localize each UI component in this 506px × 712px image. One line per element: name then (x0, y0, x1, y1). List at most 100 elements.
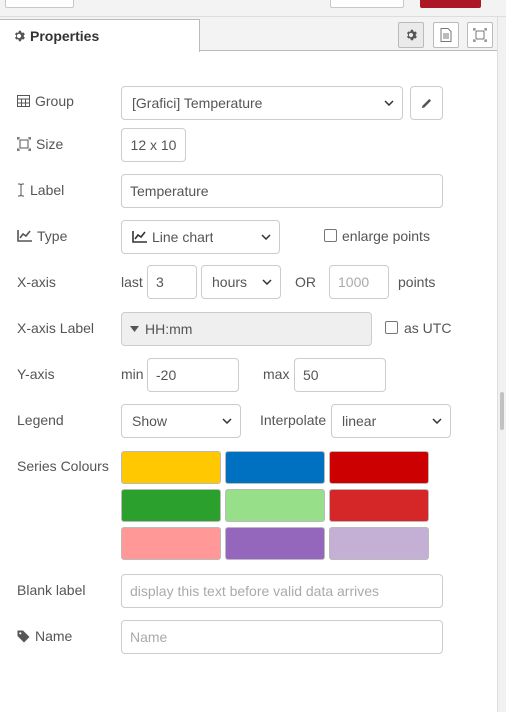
enlarge-points-checkbox[interactable] (324, 229, 337, 242)
tab-properties-label: Properties (30, 28, 100, 44)
size-label-row: Size (17, 134, 63, 154)
size-button[interactable]: 12 x 10 (121, 128, 186, 162)
table-icon (17, 95, 30, 107)
legend-label: Legend (17, 412, 64, 428)
file-text-icon (440, 28, 452, 42)
top-toolbar (0, 0, 506, 17)
label-label: Label (30, 182, 65, 198)
xaxis-format-label: X-axis Label (17, 320, 95, 336)
done-button[interactable] (420, 0, 481, 8)
yaxis-min-value: -20 (156, 367, 177, 383)
interpolate-select[interactable]: linear (331, 404, 451, 438)
size-value: 12 x 10 (130, 137, 177, 153)
frame-icon (17, 137, 31, 151)
tag-icon (17, 630, 30, 642)
type-select[interactable]: Line chart (121, 220, 280, 254)
yaxis-min-input[interactable]: -20 (147, 358, 239, 392)
series-colour-swatch[interactable] (121, 451, 221, 484)
yaxis-max-input[interactable]: 50 (294, 358, 386, 392)
series-colour-swatch[interactable] (225, 451, 325, 484)
gear-icon (15, 30, 25, 42)
legend-select-value: Show (132, 413, 168, 429)
xaxis-label-row: X-axis (17, 272, 56, 292)
tab-properties[interactable]: Properties (0, 19, 200, 52)
scrollbar[interactable] (497, 17, 506, 712)
group-select-value: [Grafici] Temperature (132, 95, 263, 111)
chevron-down-icon (261, 234, 271, 240)
series-colour-swatch[interactable] (329, 489, 429, 522)
type-select-value: Line chart (152, 229, 214, 245)
blank-label-row: Blank label (17, 580, 86, 600)
enlarge-points-label: enlarge points (342, 228, 430, 244)
edit-group-button[interactable] (410, 86, 443, 120)
yaxis-max-label: max (263, 366, 290, 382)
group-label: Group (35, 93, 74, 109)
series-colour-swatch[interactable] (121, 489, 221, 522)
text-cursor-icon (18, 183, 24, 197)
xaxis-or-label: OR (295, 274, 316, 290)
interpolate-select-value: linear (342, 413, 377, 429)
caret-down-icon (130, 326, 139, 332)
scrollbar-thumb[interactable] (500, 392, 504, 430)
blank-label-placeholder: display this text before valid data arri… (130, 583, 380, 599)
type-select-value-wrap: Line chart (132, 229, 213, 245)
line-chart-icon (132, 231, 147, 243)
label-input[interactable]: Temperature (121, 174, 443, 208)
xaxis-last-input[interactable]: 3 (147, 265, 197, 299)
group-select[interactable]: [Grafici] Temperature (121, 86, 403, 120)
tab-description-button[interactable] (433, 22, 459, 48)
name-input[interactable]: Name (121, 620, 443, 654)
chevron-down-icon (262, 279, 272, 285)
legend-select[interactable]: Show (121, 404, 241, 438)
tab-appearance-button[interactable] (467, 22, 493, 48)
chevron-down-icon (384, 100, 394, 106)
blank-label-input[interactable]: display this text before valid data arri… (121, 574, 443, 608)
xaxis-points-placeholder: 1000 (338, 274, 370, 290)
yaxis-label: Y-axis (17, 366, 55, 382)
series-colour-swatch[interactable] (121, 527, 221, 560)
xaxis-points-input[interactable]: 1000 (329, 265, 389, 299)
line-chart-icon (17, 230, 32, 242)
size-label: Size (36, 136, 64, 152)
chevron-down-icon (222, 418, 232, 424)
series-colour-swatch[interactable] (225, 489, 325, 522)
name-label-row: Name (17, 626, 72, 646)
series-colours-label: Series Colours (17, 458, 109, 474)
label-input-value: Temperature (130, 183, 209, 199)
yaxis-label-row: Y-axis (17, 364, 55, 384)
gear-icon (407, 29, 417, 41)
frame-icon (473, 28, 487, 42)
xaxis-label: X-axis (17, 274, 56, 290)
legend-label-row: Legend (17, 410, 64, 430)
tab-settings-button[interactable] (398, 22, 424, 48)
yaxis-max-value: 50 (303, 367, 319, 383)
blank-label-label: Blank label (17, 582, 86, 598)
chevron-down-icon (432, 418, 442, 424)
series-colour-swatch[interactable] (329, 527, 429, 560)
pencil-icon (421, 98, 431, 108)
interpolate-label: Interpolate (260, 412, 327, 428)
group-label-row: Group (17, 91, 74, 111)
as-utc-checkbox[interactable] (385, 321, 398, 334)
xaxis-unit-select[interactable]: hours (201, 265, 281, 299)
series-colour-swatch[interactable] (329, 451, 429, 484)
xaxis-points-label: points (398, 274, 436, 290)
series-colour-swatch[interactable] (225, 527, 325, 560)
cancel-button[interactable] (5, 0, 74, 8)
type-label-row: Type (17, 226, 67, 246)
label-label-row: Label (17, 180, 64, 200)
name-label: Name (35, 628, 73, 644)
xaxis-format-label-row: X-axis Label (17, 318, 94, 338)
tab-bar: Properties (0, 17, 497, 52)
xaxis-format-value: HH:mm (145, 321, 193, 337)
type-label: Type (37, 228, 68, 244)
yaxis-min-label: min (121, 366, 144, 382)
xaxis-format-input[interactable]: HH:mm (121, 312, 372, 346)
xaxis-last-label: last (121, 274, 143, 290)
series-colours-label-row: Series Colours (17, 456, 109, 476)
delete-button[interactable] (330, 0, 404, 8)
name-placeholder: Name (130, 629, 168, 645)
xaxis-last-value: 3 (156, 274, 164, 290)
as-utc-label: as UTC (404, 320, 452, 336)
xaxis-unit-value: hours (212, 274, 248, 290)
